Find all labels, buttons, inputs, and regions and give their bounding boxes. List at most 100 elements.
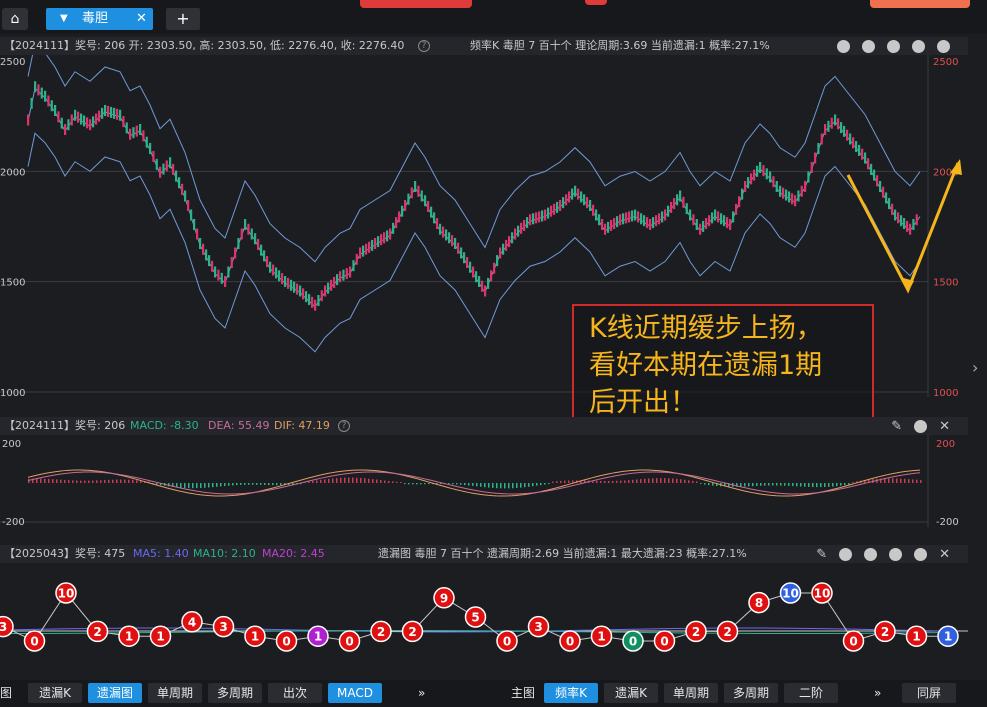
macd-bar xyxy=(780,483,782,486)
gear-icon[interactable] xyxy=(914,419,928,433)
kline-candle xyxy=(339,271,342,283)
dea-value: DEA: 55.49 xyxy=(208,419,270,432)
kline-candle xyxy=(383,232,386,244)
more-left-icon[interactable]: » xyxy=(418,683,425,703)
macd-bar xyxy=(400,481,402,483)
miss-ball-label: 9 xyxy=(440,591,448,605)
macd-bar xyxy=(360,477,362,483)
callout-line: 看好本期在遗漏1期 xyxy=(589,350,823,381)
macd-bar xyxy=(900,478,902,483)
btn-multi-cycle-right[interactable]: 多周期 xyxy=(724,683,778,703)
macd-bar xyxy=(652,478,654,483)
back-icon[interactable] xyxy=(839,547,853,561)
kline-candle xyxy=(202,243,205,255)
macd-bar xyxy=(888,478,890,483)
add-tab-button[interactable]: + xyxy=(166,8,200,30)
kline-candle xyxy=(658,213,661,225)
tab-label: 毒胆 xyxy=(82,11,109,26)
btn-freq-k[interactable]: 频率K xyxy=(544,683,598,703)
kline-candle xyxy=(175,170,178,182)
kline-candle xyxy=(311,296,314,308)
up-icon[interactable] xyxy=(864,547,878,561)
kline-candle xyxy=(692,214,695,226)
btn-single-cycle[interactable]: 单周期 xyxy=(148,683,202,703)
macd-bar xyxy=(372,479,374,483)
miss-ball-label: 0 xyxy=(660,635,668,649)
miss-ball-label: 0 xyxy=(566,635,574,649)
miss-chart: 30102 1 14 31 0 1 02 295030 1 0 02 2810 1002 1 1 xyxy=(0,563,968,678)
kline-candle xyxy=(505,239,508,251)
macd-bar xyxy=(132,479,134,483)
more-right-icon[interactable]: » xyxy=(874,683,881,703)
kline-candle xyxy=(523,219,526,231)
macd-bar xyxy=(272,483,274,486)
home-icon[interactable]: ⌂ xyxy=(2,8,28,30)
kline-candle xyxy=(619,214,622,226)
miss-ball-label: 1 xyxy=(314,630,322,644)
up-icon[interactable] xyxy=(887,39,900,53)
kline-candle xyxy=(371,239,374,251)
kline-candle xyxy=(125,122,128,134)
macd-value: MACD: -8.30 xyxy=(130,419,199,432)
close-icon[interactable]: ✕ xyxy=(136,8,147,30)
kline-candle xyxy=(735,203,738,215)
macd-bar xyxy=(228,483,230,486)
btn-same-screen[interactable]: 同屏 xyxy=(902,683,956,703)
edit-icon[interactable] xyxy=(837,39,850,53)
kline-candle xyxy=(714,209,717,221)
back-icon[interactable] xyxy=(862,39,875,53)
btn-macd[interactable]: MACD xyxy=(328,683,382,703)
gear-icon[interactable] xyxy=(914,547,928,561)
kline-candle xyxy=(574,185,577,197)
macd-bar xyxy=(784,483,786,486)
kline-candle xyxy=(753,169,756,181)
kline-candle xyxy=(741,188,744,200)
kline-candle xyxy=(142,130,145,142)
tab-dudan[interactable]: ▼ 毒胆 ✕ xyxy=(46,8,153,30)
macd-bar xyxy=(756,483,758,486)
btn-occurrences[interactable]: 出次 xyxy=(268,683,322,703)
down-icon[interactable] xyxy=(912,39,925,53)
macd-bar xyxy=(748,483,750,487)
btn-miss-k-right[interactable]: 遗漏K xyxy=(604,683,658,703)
chevron-down-icon[interactable]: ▼ xyxy=(60,8,68,30)
kline-candle xyxy=(430,206,433,218)
macd-bar xyxy=(368,478,370,483)
dif-value: DIF: 47.19 xyxy=(274,419,330,432)
macd-bar xyxy=(772,483,774,486)
kline-candle xyxy=(646,217,649,229)
kline-candle xyxy=(876,175,879,187)
btn-single-cycle-right[interactable]: 单周期 xyxy=(664,683,718,703)
pin-icon[interactable]: ✎ xyxy=(891,420,902,433)
btn-multi-cycle[interactable]: 多周期 xyxy=(208,683,262,703)
macd-bar xyxy=(276,483,278,486)
chevron-right-icon[interactable]: › xyxy=(972,358,978,377)
macd-bar xyxy=(100,480,102,483)
kline-candle xyxy=(744,181,747,192)
help-icon[interactable]: ? xyxy=(338,420,350,432)
kline-candle xyxy=(302,288,305,300)
kline-candle xyxy=(912,219,915,230)
pin-icon[interactable]: ✎ xyxy=(816,548,827,561)
kline-candle xyxy=(685,203,688,215)
close-icon[interactable]: ✕ xyxy=(939,420,950,433)
kline-candle xyxy=(493,262,496,274)
btn-second-order[interactable]: 二阶 xyxy=(784,683,838,703)
close-icon[interactable]: ✕ xyxy=(939,548,950,561)
kline-candle xyxy=(797,190,800,202)
btn-miss-k[interactable]: 遗漏K xyxy=(28,683,82,703)
miss-ball-label: 1 xyxy=(912,630,920,644)
macd-bar xyxy=(816,483,818,488)
btn-miss-chart[interactable]: 遗漏图 xyxy=(88,683,142,703)
gear-icon[interactable] xyxy=(937,39,950,53)
kline-candle xyxy=(374,238,377,249)
kline-candle xyxy=(199,238,202,249)
kline-candle xyxy=(589,200,592,211)
kline-candle xyxy=(541,210,544,222)
kline-candle xyxy=(250,228,253,240)
help-icon[interactable]: ? xyxy=(418,40,430,52)
macd-bar xyxy=(128,479,130,483)
kline-candle xyxy=(463,252,466,264)
main-chart-label: 主图 xyxy=(511,686,536,700)
down-icon[interactable] xyxy=(889,547,903,561)
